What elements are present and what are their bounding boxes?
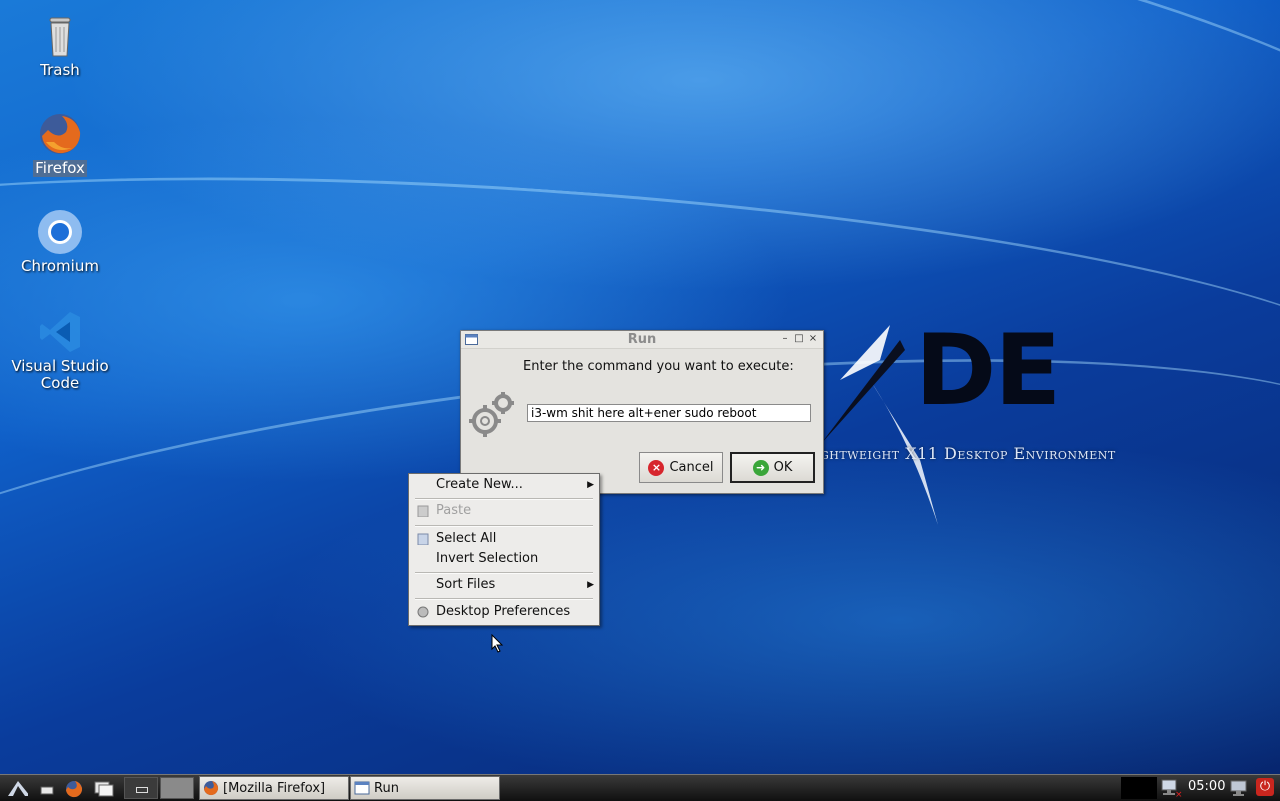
menu-item-label: Sort Files [436, 577, 496, 592]
system-monitor [1121, 777, 1157, 799]
firefox-icon [36, 110, 84, 158]
lxde-logo-text: DE [915, 314, 1061, 428]
task-button-label: Run [374, 780, 399, 796]
paste-icon [417, 505, 429, 517]
clock[interactable]: 05:00 [1188, 779, 1225, 794]
submenu-arrow-icon: ▶ [587, 480, 594, 490]
menu-item-paste[interactable]: Paste [409, 501, 599, 521]
cancel-button-label: Cancel [669, 460, 714, 475]
menu-item-invert-selection[interactable]: Invert Selection [409, 549, 599, 569]
firefox-launcher-icon[interactable] [63, 778, 85, 798]
desktop-icon-label: Chromium [21, 257, 99, 275]
select-all-icon [417, 533, 429, 545]
menu-item-label: Paste [436, 503, 472, 518]
desktop-icon-vscode[interactable]: Visual Studio Code [5, 308, 115, 392]
file-manager-icon[interactable] [93, 778, 115, 798]
show-desktop-icon[interactable] [38, 778, 60, 798]
power-icon[interactable]: ⏻ [1256, 778, 1274, 796]
ok-button-label: OK [773, 460, 793, 475]
ok-button[interactable]: ➜ OK [730, 452, 815, 483]
trash-icon [36, 12, 84, 60]
gear-icon [467, 389, 517, 439]
chromium-icon [36, 208, 84, 256]
menu-item-create-new[interactable]: Create New... ▶ [409, 475, 599, 495]
menu-item-sort-files[interactable]: Sort Files ▶ [409, 575, 599, 595]
run-prompt-label: Enter the command you want to execute: [523, 359, 794, 374]
cancel-icon: × [648, 459, 665, 476]
task-button-label: [Mozilla Firefox] [223, 780, 326, 796]
desktop-icon-trash[interactable]: Trash [5, 12, 115, 79]
menu-separator [415, 498, 593, 500]
svg-text:×: × [1175, 790, 1183, 798]
workspace-pager-1[interactable] [124, 777, 158, 799]
preferences-icon [417, 606, 429, 618]
run-dialog: Run – □ × Enter the command you want to … [460, 330, 824, 494]
lxde-tagline: ghtweight X11 Desktop Environment [820, 444, 1116, 463]
menu-item-label: Desktop Preferences [436, 604, 571, 619]
firefox-icon [204, 781, 219, 796]
lxde-logo: DE ghtweight X11 Desktop Environment [820, 320, 1130, 530]
vscode-icon [36, 308, 84, 356]
desktop-icon-label: Visual Studio Code [11, 357, 109, 392]
network-icon[interactable]: × [1160, 778, 1184, 798]
menu-separator [415, 525, 593, 527]
menu-separator [415, 598, 593, 600]
menu-item-label: Select All [436, 531, 497, 546]
desktop-context-menu: Create New... ▶ Paste Select All Invert … [408, 473, 600, 626]
minimize-window-icon [136, 787, 148, 793]
run-dialog-titlebar[interactable]: Run – □ × [461, 331, 823, 349]
screen-lock-icon[interactable] [1228, 778, 1250, 798]
minimize-icon[interactable]: – [779, 333, 791, 345]
lxde-menu-icon[interactable] [6, 778, 28, 798]
ok-icon: ➜ [752, 459, 769, 476]
run-dialog-title: Run [627, 332, 657, 347]
menu-separator [415, 572, 593, 574]
workspace-pager-2[interactable] [160, 777, 194, 799]
task-button-firefox[interactable]: [Mozilla Firefox] [199, 776, 349, 800]
window-icon [354, 781, 370, 795]
menu-item-label: Create New... [436, 477, 523, 492]
desktop-icon-firefox[interactable]: Firefox [5, 110, 115, 177]
task-button-run[interactable]: Run [350, 776, 500, 800]
cancel-button[interactable]: × Cancel [639, 452, 723, 483]
close-icon[interactable]: × [807, 333, 819, 345]
desktop-icon-label: Firefox [33, 159, 87, 177]
desktop-icon-label: Trash [40, 61, 80, 79]
menu-item-label: Invert Selection [436, 551, 539, 566]
command-input[interactable] [527, 404, 811, 422]
menu-item-select-all[interactable]: Select All [409, 529, 599, 549]
submenu-arrow-icon: ▶ [587, 580, 594, 590]
maximize-icon[interactable]: □ [793, 333, 805, 345]
desktop-icon-chromium[interactable]: Chromium [5, 208, 115, 275]
taskbar: [Mozilla Firefox] Run × 05:00 ⏻ [0, 774, 1280, 801]
mouse-cursor-icon [491, 634, 504, 653]
menu-item-desktop-preferences[interactable]: Desktop Preferences [409, 602, 599, 622]
